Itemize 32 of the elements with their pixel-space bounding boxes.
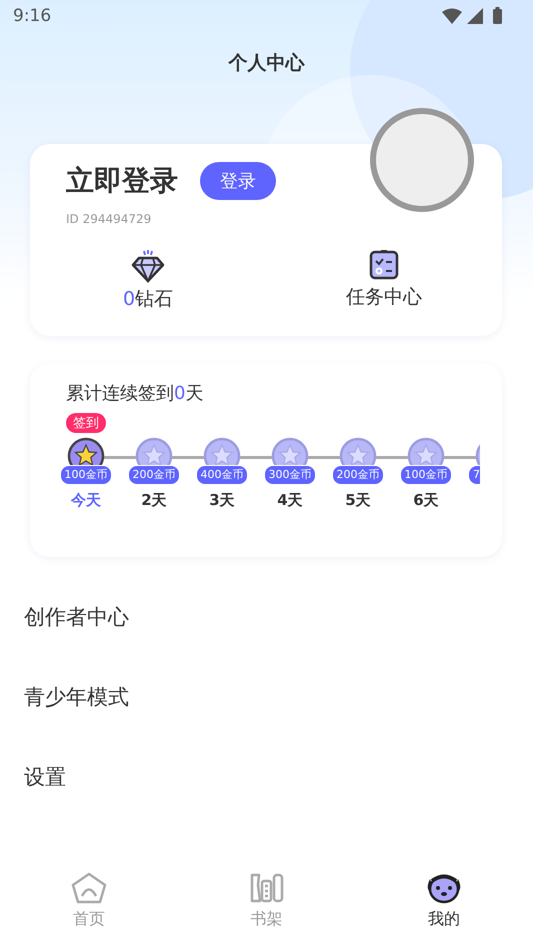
coin-reward: 300金币	[264, 465, 316, 485]
page-title: 个人中心	[228, 51, 304, 76]
home-icon	[70, 871, 108, 905]
day-label: 6天	[413, 491, 439, 510]
status-time: 9:16	[13, 6, 52, 26]
signal-icon	[467, 8, 483, 24]
stat-label[interactable]: 0钻石	[122, 286, 174, 312]
day-label: 2天	[141, 491, 167, 510]
stat-label[interactable]: 任务中心	[346, 284, 422, 310]
day-label: 今天	[71, 491, 101, 510]
menu-item[interactable]: 青少年模式	[0, 677, 153, 757]
wifi-icon	[442, 8, 462, 24]
user-id: ID 294494729	[66, 212, 152, 226]
menu-item[interactable]: 设置	[0, 757, 90, 837]
login-prompt: 立即登录	[66, 163, 178, 199]
menu-item[interactable]: 创作者中心	[0, 597, 153, 677]
day-label: 3天	[209, 491, 235, 510]
login-button[interactable]: 登录	[200, 162, 276, 200]
coin-reward: 100金币	[60, 465, 112, 485]
checkin-badge[interactable]: 签到	[66, 413, 106, 433]
coin-reward: 100金币	[400, 465, 452, 485]
task-list-icon[interactable]	[367, 248, 401, 282]
day-label: 5天	[345, 491, 371, 510]
coin-reward: 400金币	[196, 465, 248, 485]
diamond-icon[interactable]	[130, 248, 166, 284]
battery-icon	[493, 7, 502, 24]
coin-reward: 200金币	[332, 465, 384, 485]
nav-tab[interactable]: 我的	[355, 871, 533, 930]
coin-reward: 200金币	[128, 465, 180, 485]
coin-reward: 7	[468, 465, 480, 485]
day-label: 4天	[277, 491, 303, 510]
checkin-summary: 累计连续签到0天	[65, 382, 204, 405]
